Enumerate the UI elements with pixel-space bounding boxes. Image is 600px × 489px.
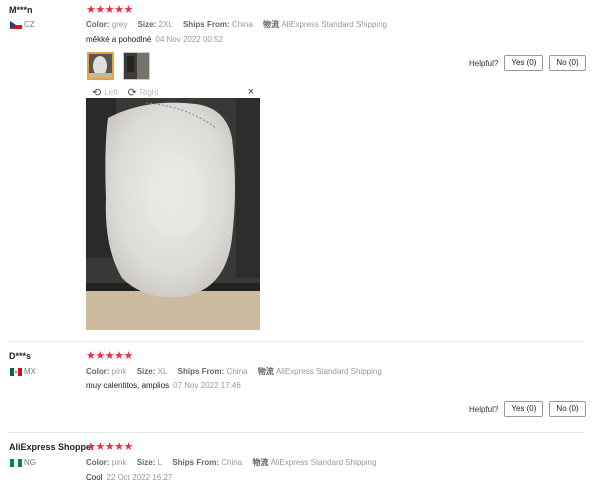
- review-body: měkké a pohodlné: [86, 35, 152, 44]
- review-attributes: Color: grey Size: 2XL Ships From: China …: [86, 19, 387, 30]
- photo-viewer-toolbar: ⟲ Left ⟳ Right ×: [86, 86, 260, 99]
- review-country: CZ: [10, 20, 35, 29]
- review-date: 04 Nov 2022 00:52: [155, 35, 223, 44]
- helpful-section: Helpful? Yes (0) No (0): [469, 55, 586, 71]
- star-rating: ★★★★★: [86, 441, 133, 453]
- logistics-value: AliExpress Standard Shipping: [270, 458, 377, 467]
- logistics-value: AliExpress Standard Shipping: [281, 20, 388, 29]
- ships-from-label: Ships From:: [182, 20, 230, 29]
- close-icon[interactable]: ×: [248, 86, 254, 98]
- review-divider: [8, 341, 584, 342]
- logistics-value: AliExpress Standard Shipping: [275, 367, 382, 376]
- star-rating: ★★★★★: [86, 4, 133, 16]
- ng-flag-icon: [10, 458, 22, 467]
- rotate-left-label: Left: [104, 87, 118, 97]
- review-body: muy calentitos, amplios: [86, 381, 170, 390]
- review-user-name: D***s: [9, 351, 32, 361]
- helpful-yes-button[interactable]: Yes (0): [504, 55, 544, 71]
- color-label: Color:: [86, 458, 110, 467]
- review-attributes: Color: pink Size: L Ships From: China 物流…: [86, 457, 376, 468]
- mx-flag-icon: [10, 367, 22, 376]
- review-text: muy calentitos, amplios 07 Nov 2022 17:46: [86, 381, 241, 390]
- rotate-right-button[interactable]: ⟳ Right: [128, 86, 159, 99]
- review-user-name: AliExpress Shopper: [9, 442, 95, 452]
- ships-from-value: China: [231, 20, 253, 29]
- ships-from-value: China: [226, 367, 248, 376]
- country-code: NG: [24, 458, 36, 467]
- helpful-no-button[interactable]: No (0): [549, 55, 586, 71]
- country-code: CZ: [24, 20, 35, 29]
- review-text: Cool 22 Oct 2022 16:27: [86, 473, 172, 482]
- size-label: Size:: [136, 458, 156, 467]
- star-rating: ★★★★★: [86, 350, 133, 362]
- size-label: Size:: [136, 367, 156, 376]
- size-label: Size:: [137, 20, 157, 29]
- review-divider: [8, 432, 584, 433]
- logistics-label: 物流: [257, 367, 274, 376]
- size-value: L: [157, 458, 163, 467]
- review-body: Cool: [86, 473, 103, 482]
- color-value: pink: [111, 367, 127, 376]
- country-code: MX: [24, 367, 36, 376]
- rotate-left-button[interactable]: ⟲ Left: [92, 86, 118, 99]
- rotate-right-icon: ⟳: [127, 86, 137, 99]
- review-photo-thumb[interactable]: [123, 52, 150, 80]
- review-attributes: Color: pink Size: XL Ships From: China 物…: [86, 366, 382, 377]
- ships-from-value: China: [221, 458, 243, 467]
- color-value: grey: [111, 20, 128, 29]
- helpful-section: Helpful? Yes (0) No (0): [469, 401, 586, 417]
- size-value: XL: [157, 367, 168, 376]
- logistics-label: 物流: [252, 458, 269, 467]
- rotate-left-icon: ⟲: [92, 86, 102, 99]
- helpful-label: Helpful?: [469, 404, 499, 414]
- helpful-label: Helpful?: [469, 58, 499, 68]
- rotate-right-label: Right: [139, 87, 159, 97]
- ships-from-label: Ships From:: [177, 367, 225, 376]
- helpful-yes-button[interactable]: Yes (0): [504, 401, 544, 417]
- size-value: 2XL: [158, 20, 173, 29]
- color-label: Color:: [86, 20, 110, 29]
- ships-from-label: Ships From:: [172, 458, 219, 467]
- color-value: pink: [111, 458, 127, 467]
- review-user-name: M***n: [9, 5, 33, 15]
- helpful-no-button[interactable]: No (0): [549, 401, 586, 417]
- photo-viewer: ⟲ Left ⟳ Right ×: [86, 86, 260, 330]
- color-label: Color:: [86, 367, 110, 376]
- review-photo-thumb[interactable]: [87, 52, 114, 80]
- review-country: NG: [10, 458, 36, 467]
- logistics-label: 物流: [263, 20, 280, 29]
- review-text: měkké a pohodlné 04 Nov 2022 00:52: [86, 35, 223, 44]
- review-date: 22 Oct 2022 16:27: [106, 473, 173, 482]
- review-photo-large: [86, 98, 260, 330]
- review-country: MX: [10, 367, 36, 376]
- review-date: 07 Nov 2022 17:46: [173, 381, 241, 390]
- cz-flag-icon: [10, 20, 22, 29]
